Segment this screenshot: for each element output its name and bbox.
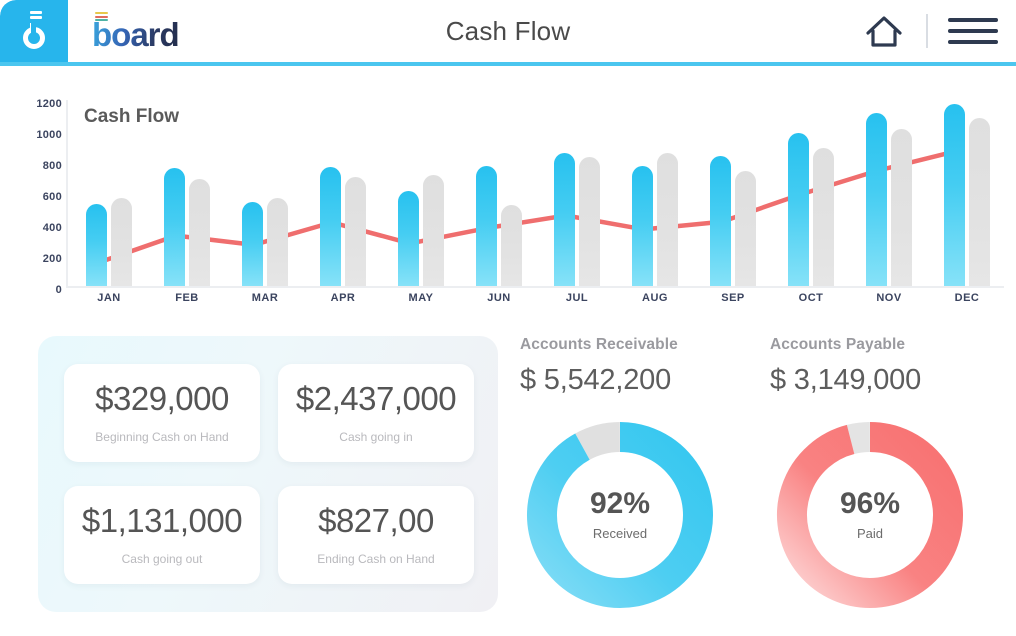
chart-month-group bbox=[632, 100, 678, 286]
kpi-value: $329,000 bbox=[95, 380, 229, 417]
x-tick-label: JUL bbox=[565, 292, 589, 304]
bar-cash-out[interactable] bbox=[345, 176, 366, 286]
hamburger-menu-icon[interactable] bbox=[948, 18, 998, 44]
x-tick-label: JAN bbox=[97, 292, 121, 304]
bar-cash-in[interactable] bbox=[866, 113, 887, 286]
chart-month-group bbox=[320, 100, 366, 286]
bar-cash-out[interactable] bbox=[189, 179, 210, 286]
accounts-receivable-status: Received bbox=[592, 526, 648, 541]
chart-axis-line-horizontal bbox=[66, 286, 1004, 288]
y-tick-label: 800 bbox=[42, 160, 62, 172]
bar-cash-out[interactable] bbox=[501, 205, 522, 286]
x-tick-label: MAR bbox=[251, 292, 279, 304]
bar-cash-out[interactable] bbox=[111, 198, 132, 286]
kpi-card[interactable]: $827,00 Ending Cash on Hand bbox=[278, 486, 474, 584]
chart-month-group bbox=[944, 100, 990, 286]
kpi-panel: $329,000 Beginning Cash on Hand $2,437,000… bbox=[38, 336, 498, 612]
kpi-label: Cash going out bbox=[121, 552, 203, 566]
chart-month-group bbox=[476, 100, 522, 286]
accounts-receivable-percent: 92% bbox=[589, 487, 651, 520]
y-tick-label: 600 bbox=[42, 191, 62, 203]
chart-month-group bbox=[788, 100, 834, 286]
chart-month-group bbox=[866, 100, 912, 286]
header-actions bbox=[862, 0, 998, 62]
x-tick-label: APR bbox=[330, 292, 356, 304]
bar-cash-in[interactable] bbox=[320, 167, 341, 286]
accounts-receivable-block: Accounts Receivable $ 5,542,200 92% Rece… bbox=[520, 336, 770, 615]
accounts-payable-status: Paid bbox=[856, 526, 884, 541]
bar-cash-in[interactable] bbox=[788, 133, 809, 286]
bar-cash-out[interactable] bbox=[813, 148, 834, 286]
home-icon[interactable] bbox=[862, 11, 906, 51]
bar-cash-in[interactable] bbox=[554, 152, 575, 286]
kpi-value: $2,437,000 bbox=[295, 380, 457, 417]
accounts-receivable-title: Accounts Receivable bbox=[520, 336, 678, 353]
accounts-payable-amount: $ 3,149,000 bbox=[770, 364, 921, 396]
chart-x-axis: JAN FEB MAR APR MAY JUN JUL AUG SEP OCT NOV DEC bbox=[68, 292, 1004, 314]
chart-plot-area bbox=[68, 100, 1004, 286]
y-tick-label: 1000 bbox=[36, 129, 62, 141]
cash-flow-chart: Cash Flow 0 200 400 600 800 1000 1200 JAN FEB MA… bbox=[0, 88, 1016, 318]
accounts-receivable-donut[interactable]: 92% Received bbox=[520, 415, 720, 615]
accounts-receivable-amount: $ 5,542,200 bbox=[520, 364, 671, 396]
bar-cash-in[interactable] bbox=[476, 165, 497, 286]
y-tick-label: 1200 bbox=[36, 98, 62, 110]
kpi-label: Ending Cash on Hand bbox=[317, 552, 435, 566]
bar-cash-in[interactable] bbox=[710, 155, 731, 286]
bar-cash-in[interactable] bbox=[164, 168, 185, 286]
chart-month-group bbox=[710, 100, 756, 286]
chart-month-group bbox=[398, 100, 444, 286]
bar-cash-out[interactable] bbox=[267, 198, 288, 286]
bar-cash-in[interactable] bbox=[242, 202, 263, 286]
accounts-payable-block: Accounts Payable $ 3,149,000 96% Paid bbox=[770, 336, 1016, 615]
y-tick-label: 0 bbox=[55, 284, 62, 296]
chart-month-group bbox=[86, 100, 132, 286]
x-tick-label: MAY bbox=[408, 292, 434, 304]
chart-month-group bbox=[164, 100, 210, 286]
x-tick-label: AUG bbox=[642, 292, 668, 304]
accounts-payable-donut[interactable]: 96% Paid bbox=[770, 415, 970, 615]
bar-cash-out[interactable] bbox=[423, 175, 444, 286]
x-tick-label: DEC bbox=[954, 292, 980, 304]
bar-cash-in[interactable] bbox=[944, 103, 965, 286]
kpi-value: $827,00 bbox=[318, 502, 434, 539]
accounts-payable-percent: 96% bbox=[839, 487, 901, 520]
header-divider bbox=[926, 14, 928, 48]
x-tick-label: OCT bbox=[798, 292, 824, 304]
bar-cash-out[interactable] bbox=[735, 171, 756, 286]
bar-cash-in[interactable] bbox=[632, 165, 653, 286]
kpi-card[interactable]: $329,000 Beginning Cash on Hand bbox=[64, 364, 260, 462]
chart-y-axis: 0 200 400 600 800 1000 1200 bbox=[14, 98, 62, 296]
x-tick-label: SEP bbox=[721, 292, 745, 304]
kpi-label: Beginning Cash on Hand bbox=[95, 430, 229, 444]
bar-cash-in[interactable] bbox=[398, 190, 419, 286]
bar-cash-out[interactable] bbox=[657, 153, 678, 286]
x-tick-label: FEB bbox=[175, 292, 199, 304]
kpi-value: $1,131,000 bbox=[81, 502, 243, 539]
accounts-receivable-center: 92% Received bbox=[520, 415, 720, 615]
accounts-payable-title: Accounts Payable bbox=[770, 336, 906, 353]
y-tick-label: 400 bbox=[42, 222, 62, 234]
header-accent-rule bbox=[0, 62, 1016, 66]
bar-cash-in[interactable] bbox=[86, 203, 107, 286]
dashboard-root: board Cash Flow Cash Flow 0 200 400 600 800 1… bbox=[0, 0, 1016, 636]
kpi-label: Cash going in bbox=[339, 430, 413, 444]
app-header: board Cash Flow bbox=[0, 0, 1016, 62]
x-tick-label: JUN bbox=[487, 292, 511, 304]
chart-month-group bbox=[554, 100, 600, 286]
bar-cash-out[interactable] bbox=[579, 156, 600, 286]
x-tick-label: NOV bbox=[876, 292, 902, 304]
y-tick-label: 200 bbox=[42, 253, 62, 265]
bar-cash-out[interactable] bbox=[891, 129, 912, 286]
accounts-payable-center: 96% Paid bbox=[770, 415, 970, 615]
kpi-card[interactable]: $1,131,000 Cash going out bbox=[64, 486, 260, 584]
chart-month-group bbox=[242, 100, 288, 286]
kpi-card[interactable]: $2,437,000 Cash going in bbox=[278, 364, 474, 462]
bar-cash-out[interactable] bbox=[969, 117, 990, 286]
